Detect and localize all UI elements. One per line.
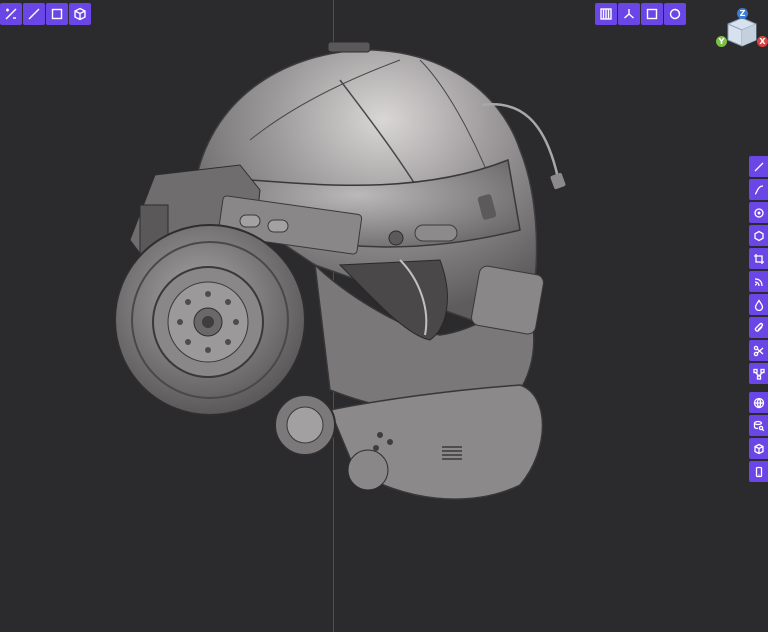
rectangle-tool-icon[interactable] xyxy=(46,3,68,25)
y-axis-label[interactable]: Y xyxy=(716,36,727,47)
3d-viewport[interactable]: Z Y X xyxy=(0,0,768,632)
box-tool-icon[interactable] xyxy=(69,3,91,25)
axes-view-icon[interactable] xyxy=(618,3,640,25)
x-axis-label[interactable]: X xyxy=(757,36,768,47)
frame-view-icon[interactable] xyxy=(641,3,663,25)
right-toolbar xyxy=(749,156,768,484)
search-layers-icon[interactable] xyxy=(749,415,768,436)
curve-icon[interactable] xyxy=(749,179,768,200)
z-axis-label[interactable]: Z xyxy=(737,8,748,19)
scissors-icon[interactable] xyxy=(749,340,768,361)
measure-tool-icon[interactable] xyxy=(0,3,22,25)
globe-icon[interactable] xyxy=(749,392,768,413)
cube-icon[interactable] xyxy=(749,438,768,459)
drop-icon[interactable] xyxy=(749,294,768,315)
wave-icon[interactable] xyxy=(749,271,768,292)
line-tool-icon[interactable] xyxy=(23,3,45,25)
crop-icon[interactable] xyxy=(749,248,768,269)
phone-icon[interactable] xyxy=(749,461,768,482)
top-left-toolbar xyxy=(0,3,91,25)
paperclip-icon[interactable] xyxy=(749,317,768,338)
shading-view-icon[interactable] xyxy=(664,3,686,25)
node-tree-icon[interactable] xyxy=(749,363,768,384)
hexagon-icon[interactable] xyxy=(749,225,768,246)
orientation-gizmo[interactable]: Z Y X xyxy=(716,8,768,50)
grid-view-icon[interactable] xyxy=(595,3,617,25)
line-icon[interactable] xyxy=(749,156,768,177)
circle-icon[interactable] xyxy=(749,202,768,223)
helmet-model[interactable] xyxy=(100,30,570,520)
top-right-toolbar xyxy=(595,3,686,25)
